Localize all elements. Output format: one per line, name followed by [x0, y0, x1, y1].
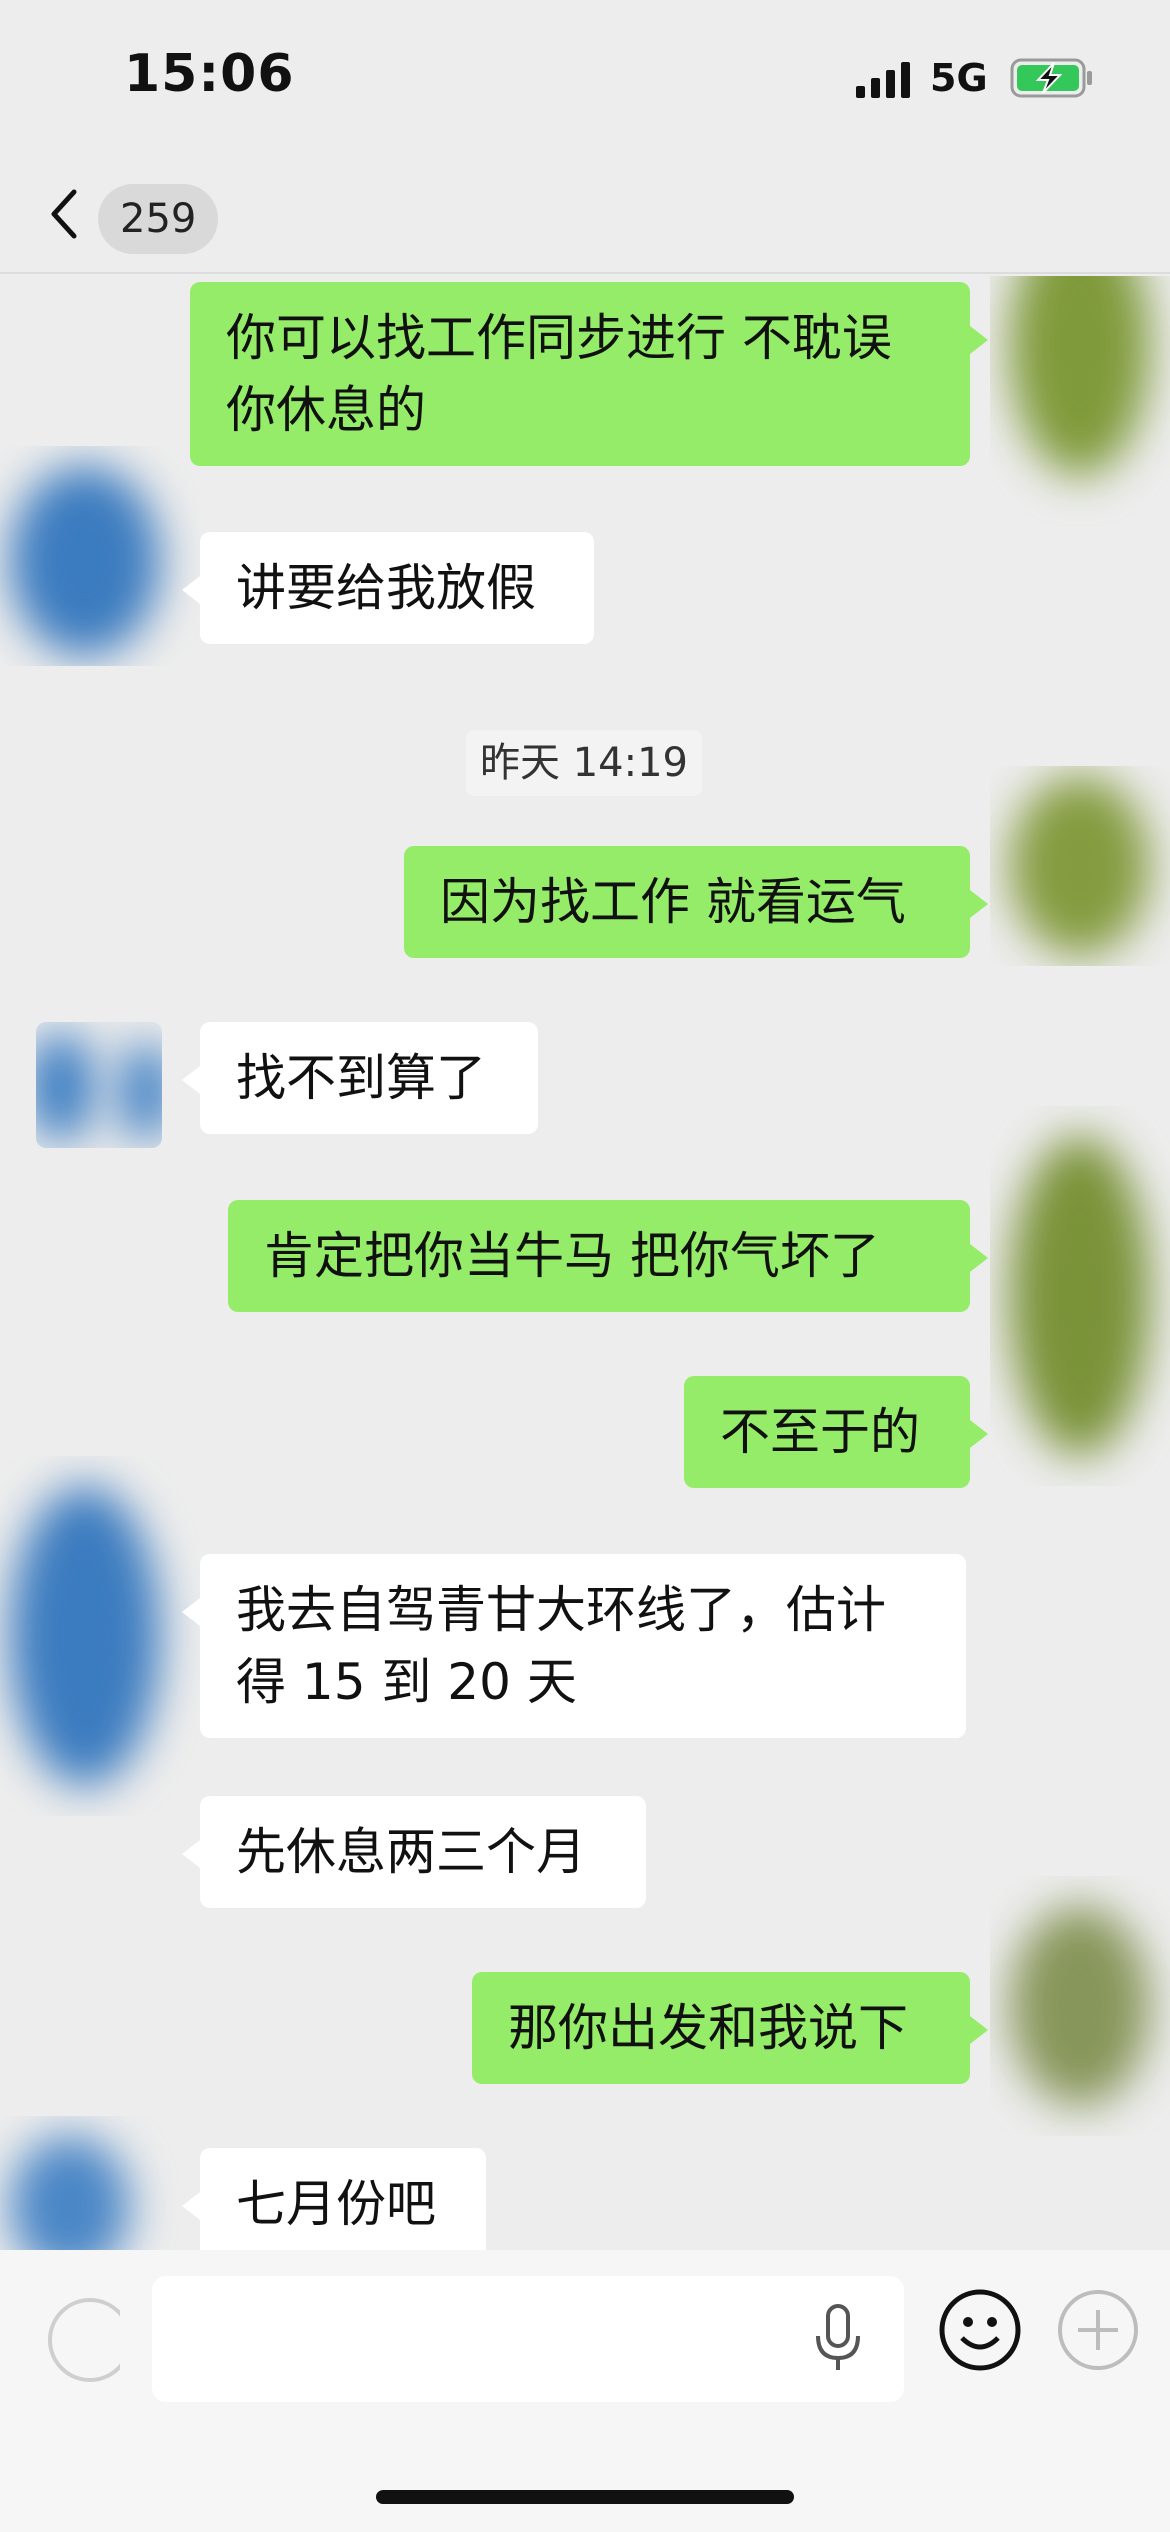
- message-text: 因为找工作 就看运气: [440, 873, 906, 931]
- emoji-face-icon[interactable]: [938, 2288, 1022, 2372]
- outgoing-message[interactable]: 那你出发和我说下: [472, 1972, 988, 2084]
- incoming-message[interactable]: 我去自驾青甘大环线了，估计 得 15 到 20 天: [182, 1554, 966, 1738]
- message-input[interactable]: [152, 2276, 904, 2402]
- outgoing-message[interactable]: 不至于的: [684, 1376, 988, 1488]
- message-text: 先休息两三个月: [236, 1823, 586, 1881]
- chat-header: 259: [0, 150, 1170, 274]
- chevron-left-icon[interactable]: [44, 186, 84, 242]
- incoming-message[interactable]: 讲要给我放假: [182, 532, 594, 644]
- plus-circle-icon[interactable]: [1056, 2288, 1140, 2372]
- unread-count-badge[interactable]: 259: [98, 184, 219, 254]
- message-text: 找不到算了: [236, 1049, 486, 1107]
- message-timestamp: 昨天 14:19: [466, 730, 702, 796]
- message-list[interactable]: 你可以找工作同步进行 不耽误 你休息的 讲要给我放假 昨天 14:19 因为找工…: [0, 276, 1170, 2250]
- my-avatar[interactable]: [990, 766, 1170, 966]
- battery-charging-icon: [1010, 58, 1092, 98]
- message-text-line: 你可以找工作同步进行 不耽误: [226, 309, 892, 367]
- microphone-icon[interactable]: [810, 2300, 866, 2376]
- message-text: 讲要给我放假: [236, 559, 536, 617]
- status-time: 15:06: [124, 44, 295, 104]
- my-avatar[interactable]: [990, 276, 1170, 576]
- incoming-message[interactable]: 找不到算了: [182, 1022, 538, 1134]
- my-avatar[interactable]: [990, 1876, 1170, 2136]
- network-type: 5G: [930, 56, 988, 100]
- message-text: 七月份吧: [236, 2175, 436, 2233]
- contact-avatar[interactable]: [0, 2116, 180, 2250]
- home-indicator: [376, 2490, 794, 2504]
- voice-toggle-icon[interactable]: [30, 2280, 120, 2400]
- outgoing-message[interactable]: 因为找工作 就看运气: [404, 846, 988, 958]
- message-text: 那你出发和我说下: [508, 1999, 908, 2057]
- contact-avatar[interactable]: [0, 446, 200, 666]
- status-bar: 15:06 5G: [0, 0, 1170, 150]
- signal-bars-icon: [856, 62, 910, 98]
- message-text: 不至于的: [720, 1403, 920, 1461]
- contact-avatar[interactable]: [0, 1456, 200, 1816]
- outgoing-message[interactable]: 你可以找工作同步进行 不耽误 你休息的: [190, 282, 988, 466]
- contact-avatar[interactable]: [36, 1022, 162, 1148]
- message-text-line: 我去自驾青甘大环线了，估计: [236, 1581, 886, 1639]
- message-text-line: 得 15 到 20 天: [236, 1653, 577, 1711]
- message-text: 肯定把你当牛马 把你气坏了: [264, 1227, 880, 1285]
- incoming-message[interactable]: 先休息两三个月: [182, 1796, 646, 1908]
- incoming-message[interactable]: 七月份吧: [182, 2148, 486, 2250]
- message-text-line: 你休息的: [226, 381, 426, 439]
- outgoing-message[interactable]: 肯定把你当牛马 把你气坏了: [228, 1200, 988, 1312]
- my-avatar[interactable]: [990, 1106, 1170, 1486]
- chat-input-bar: [0, 2250, 1170, 2532]
